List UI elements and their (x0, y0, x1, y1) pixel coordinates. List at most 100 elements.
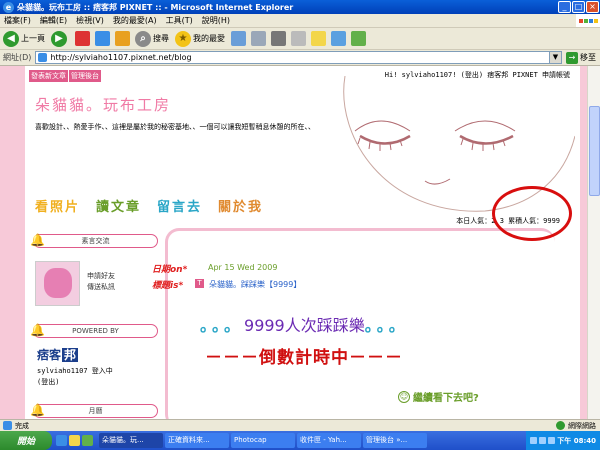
folder-icon[interactable] (311, 31, 326, 46)
favorites-button[interactable]: ★ 我的最愛 (175, 30, 225, 47)
friend-actions: 申請好友 傳送私訊 (87, 271, 115, 293)
profile-image[interactable] (35, 261, 80, 306)
blog-description: 喜歡設計、、熱愛手作、、這裡是屬於我的秘密基地、、一個可以讓我短暫稍息休憩的所在… (35, 123, 315, 131)
tray-icon[interactable] (539, 437, 547, 444)
post-type-icon: T (195, 279, 204, 288)
refresh-icon[interactable] (95, 31, 110, 46)
address-bar: 網址(D) http://sylviaho1107.pixnet.net/blo… (0, 50, 600, 66)
edit-icon[interactable] (291, 31, 306, 46)
menu-tools[interactable]: 工具(T) (166, 15, 193, 26)
menu-favorites[interactable]: 我的最愛(A) (113, 15, 157, 26)
favorites-label: 我的最愛 (193, 34, 225, 43)
menu-view[interactable]: 檢視(V) (76, 15, 104, 26)
explorer-quicklaunch-icon[interactable] (69, 435, 80, 446)
nav-articles[interactable]: 讀文章 (96, 196, 141, 215)
task-blog-window[interactable]: 朵貓貓。玩... (99, 433, 163, 448)
go-label: 移至 (580, 53, 596, 62)
blog-nav: 看照片 讀文章 留言去 關於我 (35, 196, 279, 215)
post-title-label: 標題is* (152, 281, 184, 291)
widget-header-powered: 🔔 POWERED BY (30, 323, 158, 338)
address-label: 網址(D) (3, 53, 32, 62)
widget-exchange-label: 素言交流 (81, 237, 110, 245)
messenger-icon[interactable] (331, 31, 346, 46)
system-tray: 下午 08:40 (526, 431, 600, 450)
send-message-link[interactable]: 傳送私訊 (87, 282, 115, 293)
tray-icon[interactable] (530, 437, 538, 444)
nav-guestbook[interactable]: 留言去 (157, 196, 202, 215)
content-viewport: 發表新文章 管理後台 Hi! sylviaho1107! (登出) 痞客邦 PI… (0, 66, 600, 419)
task-data-window[interactable]: 正確資料來... (165, 433, 229, 448)
media-quicklaunch-icon[interactable] (82, 435, 93, 446)
forward-arrow-icon: ▶ (51, 30, 67, 47)
post-headline: 。。。9999人次踩踩樂。。。 (200, 312, 409, 336)
widget-calendar-label: 月曆 (88, 407, 103, 415)
task-yahoo-mail[interactable]: 收件匣 - Yah... (297, 433, 361, 448)
admin-button[interactable]: 管理後台 (69, 70, 101, 82)
post-title-link[interactable]: 朵貓貓。踩踩樂【9999】 (209, 279, 301, 290)
search-icon: ⌕ (135, 30, 151, 47)
search-button[interactable]: ⌕ 搜尋 (135, 30, 169, 47)
clock[interactable]: 下午 08:40 (557, 436, 596, 446)
ie-quicklaunch-icon[interactable] (56, 435, 67, 446)
pixnet-logo[interactable]: 痞客邦 (37, 346, 79, 363)
stop-icon[interactable] (75, 31, 90, 46)
page-done-icon (3, 421, 12, 430)
menu-help[interactable]: 說明(H) (202, 15, 230, 26)
ie-icon: e (3, 1, 14, 13)
read-more-label: 繼續看下去吧? (413, 393, 479, 404)
pixnet-logo-text: 痞客 (37, 348, 62, 362)
nav-photos[interactable]: 看照片 (35, 196, 80, 215)
nav-about[interactable]: 關於我 (218, 196, 263, 215)
maximize-button[interactable]: □ (572, 1, 585, 13)
post-date: Apr 15 Wed 2009 (208, 263, 278, 272)
blog-title[interactable]: 朵貓貓。玩布工房 (35, 94, 171, 115)
widget-powered-label: POWERED BY (72, 327, 119, 335)
home-icon[interactable] (115, 31, 130, 46)
headline-text: 9999人次踩踩樂 (244, 316, 365, 335)
back-button[interactable]: ◀ 上一頁 (3, 30, 45, 47)
zone-label: 網際網路 (568, 421, 596, 430)
go-button[interactable]: → 移至 (566, 51, 596, 64)
pixnet-logo-box: 邦 (62, 348, 79, 362)
menu-edit[interactable]: 編輯(E) (40, 15, 67, 26)
address-input[interactable]: http://sylviaho1107.pixnet.net/blog (35, 51, 550, 64)
mail-icon[interactable] (251, 31, 266, 46)
media-icon[interactable] (351, 31, 366, 46)
smiley-icon: ☺ (398, 390, 410, 403)
widget-header-exchange: 🔔 素言交流 (30, 233, 158, 248)
vertical-scrollbar[interactable] (587, 66, 600, 419)
login-status: sylviaho1107 登入中 (登出) (37, 366, 113, 388)
print-icon[interactable] (271, 31, 286, 46)
address-dropdown-icon[interactable]: ▼ (550, 51, 562, 64)
task-admin[interactable]: 管理後台 »... (363, 433, 427, 448)
start-button[interactable]: 開始 (0, 431, 52, 450)
go-arrow-icon: → (566, 51, 578, 64)
web-page: 發表新文章 管理後台 Hi! sylviaho1107! (登出) 痞客邦 PI… (0, 66, 587, 419)
toolbar: ◀ 上一頁 ▶ ⌕ 搜尋 ★ 我的最愛 (0, 28, 600, 50)
menu-bar: 檔案(F) 編輯(E) 檢視(V) 我的最愛(A) 工具(T) 說明(H) (0, 14, 600, 28)
close-button[interactable]: × (586, 1, 599, 13)
bell-icon: 🔔 (30, 323, 45, 337)
read-more-link[interactable]: ☺ 繼續看下去吧? (398, 389, 479, 404)
countdown-text: －－－倒數計時中－－－ (205, 348, 403, 368)
window-title: 朵貓貓。玩布工房 :: 痞客邦 PIXNET :: - Microsoft In… (17, 2, 294, 12)
highlight-circle (492, 186, 572, 241)
menu-file[interactable]: 檔案(F) (4, 15, 31, 26)
new-post-button[interactable]: 發表新文章 (29, 70, 68, 82)
post-date-label: 日期on* (152, 265, 188, 275)
status-bar: 完成 網際網路 (0, 419, 600, 431)
search-label: 搜尋 (153, 34, 169, 43)
add-friend-link[interactable]: 申請好友 (87, 271, 115, 282)
security-zone: 網際網路 (556, 421, 596, 431)
bell-icon: 🔔 (30, 233, 45, 247)
scrollbar-thumb[interactable] (589, 106, 600, 196)
star-icon: ★ (175, 30, 191, 47)
blog-top-buttons: 發表新文章 管理後台 (29, 70, 102, 82)
globe-icon (556, 421, 565, 430)
tray-icon[interactable] (548, 437, 556, 444)
forward-button[interactable]: ▶ (51, 30, 69, 47)
minimize-button[interactable]: _ (558, 1, 571, 13)
task-photocap[interactable]: Photocap (231, 433, 295, 448)
logout-link[interactable]: (登出) (37, 377, 113, 388)
history-icon[interactable] (231, 31, 246, 46)
